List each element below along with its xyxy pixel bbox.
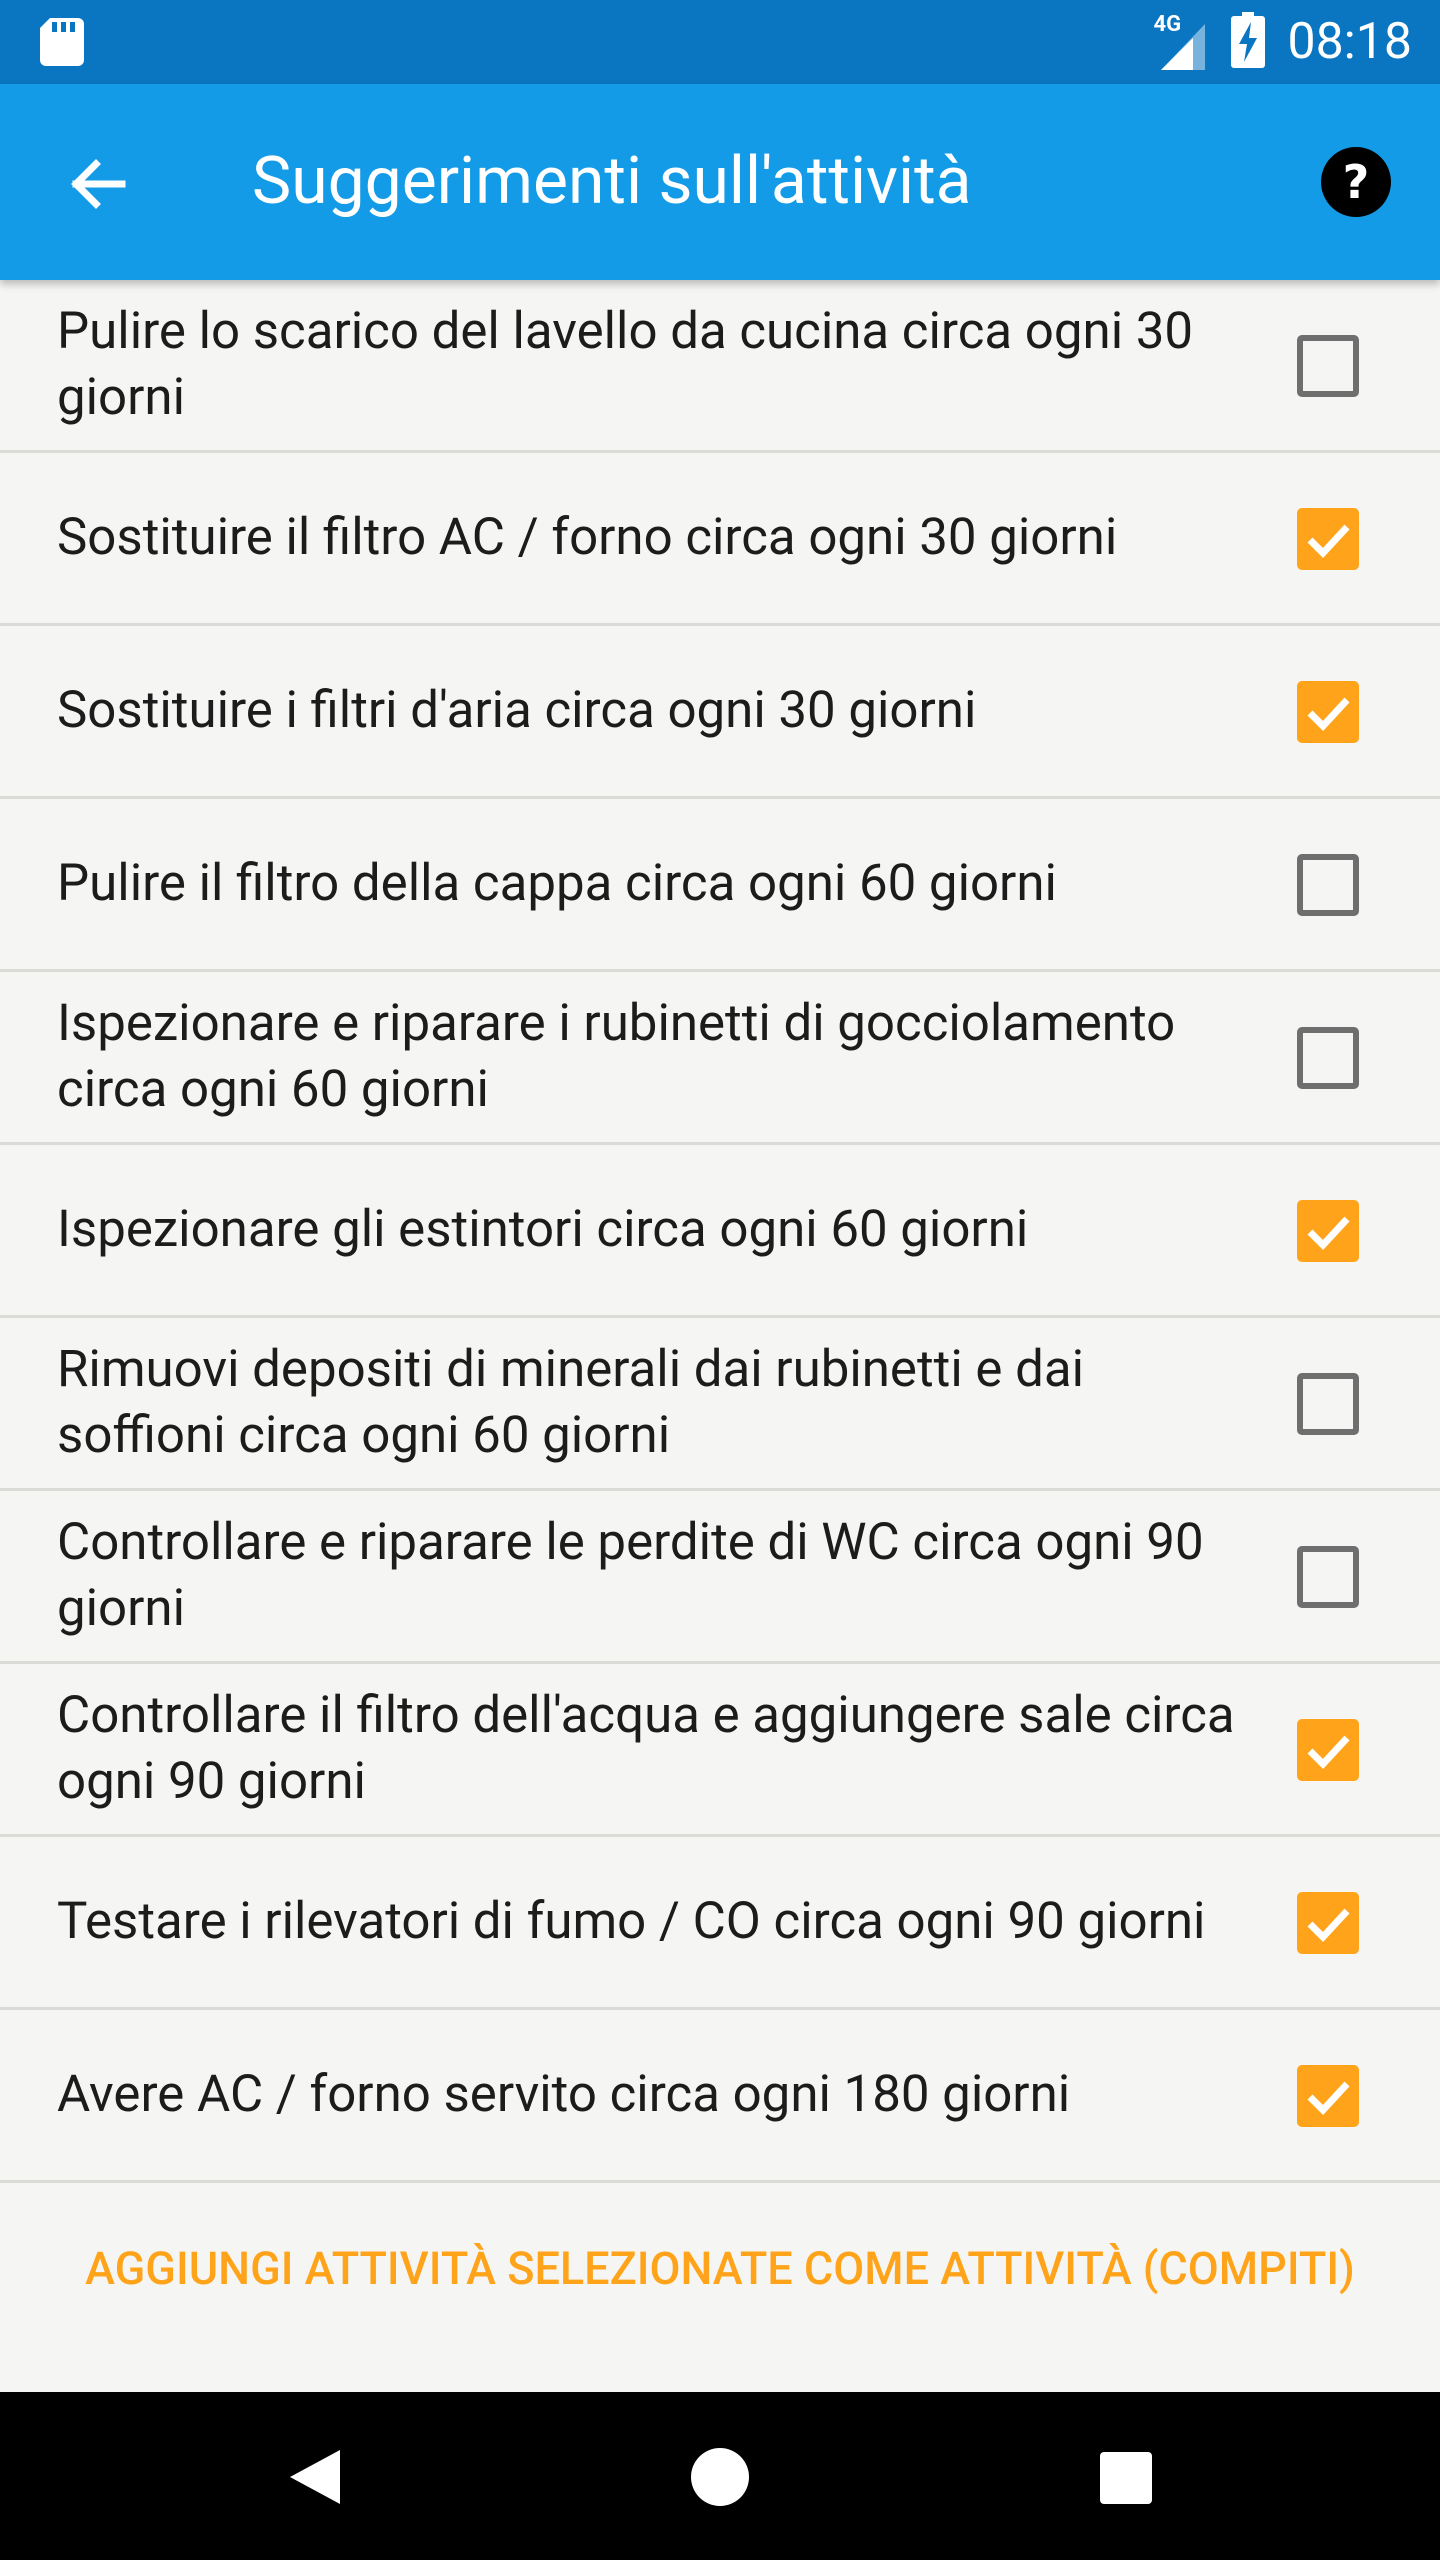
battery-charging-icon	[1231, 12, 1266, 72]
task-row[interactable]: Avere AC / forno servito circa ogni 180 …	[0, 2010, 1440, 2183]
sd-card-icon	[40, 18, 84, 70]
task-row[interactable]: Sostituire i filtri d'aria circa ogni 30…	[0, 626, 1440, 799]
checkbox-checked[interactable]	[1297, 1200, 1359, 1262]
checkbox-unchecked[interactable]	[1297, 1546, 1359, 1608]
check-icon	[1307, 697, 1350, 732]
task-label: Testare i rilevatori di fumo / CO circa …	[57, 1892, 1206, 1951]
task-label: Rimuovi depositi di minerali dai rubinet…	[57, 1340, 1084, 1465]
checkbox-checked[interactable]	[1297, 508, 1359, 570]
task-label: Ispezionare e riparare i rubinetti di go…	[57, 994, 1176, 1119]
back-triangle-icon[interactable]	[280, 2442, 350, 2512]
recents-square-icon[interactable]	[1090, 2442, 1160, 2512]
check-icon	[1307, 1735, 1350, 1770]
checkbox-checked[interactable]	[1297, 1719, 1359, 1781]
checkbox-unchecked[interactable]	[1297, 335, 1359, 397]
task-label: Pulire il filtro della cappa circa ogni …	[57, 854, 1057, 913]
task-row[interactable]: Rimuovi depositi di minerali dai rubinet…	[0, 1318, 1440, 1491]
task-label: Pulire lo scarico del lavello da cucina …	[57, 302, 1194, 427]
navigation-bar	[0, 2392, 1440, 2560]
check-icon	[1307, 2081, 1350, 2116]
checkbox-unchecked[interactable]	[1297, 854, 1359, 916]
checkbox-checked[interactable]	[1297, 1892, 1359, 1954]
task-row[interactable]: Controllare e riparare le perdite di WC …	[0, 1491, 1440, 1664]
task-label: Sostituire il filtro AC / forno circa og…	[57, 508, 1118, 567]
task-row[interactable]: Sostituire il filtro AC / forno circa og…	[0, 453, 1440, 626]
arrow-back-icon[interactable]	[60, 146, 136, 222]
checkbox-checked[interactable]	[1297, 2065, 1359, 2127]
task-list: Pulire lo scarico del lavello da cucina …	[0, 280, 1440, 2183]
task-row[interactable]: Pulire lo scarico del lavello da cucina …	[0, 280, 1440, 453]
help-circle-icon[interactable]: ?	[1320, 146, 1392, 218]
task-row[interactable]: Pulire il filtro della cappa circa ogni …	[0, 799, 1440, 972]
check-icon	[1307, 1908, 1350, 1943]
app-bar: Suggerimenti sull'attività ?	[0, 84, 1440, 280]
check-icon	[1307, 1216, 1350, 1251]
checkbox-unchecked[interactable]	[1297, 1027, 1359, 1089]
task-label: Sostituire i filtri d'aria circa ogni 30…	[57, 681, 977, 740]
add-selected-tasks-button[interactable]: AGGIUNGI ATTIVITÀ SELEZIONATE COME ATTIV…	[0, 2240, 1440, 2350]
task-label: Avere AC / forno servito circa ogni 180 …	[57, 2065, 1071, 2124]
task-row[interactable]: Ispezionare gli estintori circa ogni 60 …	[0, 1145, 1440, 1318]
checkbox-unchecked[interactable]	[1297, 1373, 1359, 1435]
task-row[interactable]: Testare i rilevatori di fumo / CO circa …	[0, 1837, 1440, 2010]
task-row[interactable]: Ispezionare e riparare i rubinetti di go…	[0, 972, 1440, 1145]
status-time: 08:18	[1287, 13, 1412, 71]
svg-text:?: ?	[1343, 155, 1370, 209]
status-bar: 4G 08:18	[0, 0, 1440, 84]
task-label: Controllare e riparare le perdite di WC …	[57, 1513, 1204, 1638]
home-circle-icon[interactable]	[685, 2442, 755, 2512]
checkbox-checked[interactable]	[1297, 681, 1359, 743]
task-row[interactable]: Controllare il filtro dell'acqua e aggiu…	[0, 1664, 1440, 1837]
task-label: Controllare il filtro dell'acqua e aggiu…	[57, 1686, 1235, 1811]
signal-icon: 4G	[1153, 12, 1217, 72]
task-label: Ispezionare gli estintori circa ogni 60 …	[57, 1200, 1029, 1259]
check-icon	[1307, 524, 1350, 559]
page-title: Suggerimenti sull'attività	[252, 143, 972, 220]
